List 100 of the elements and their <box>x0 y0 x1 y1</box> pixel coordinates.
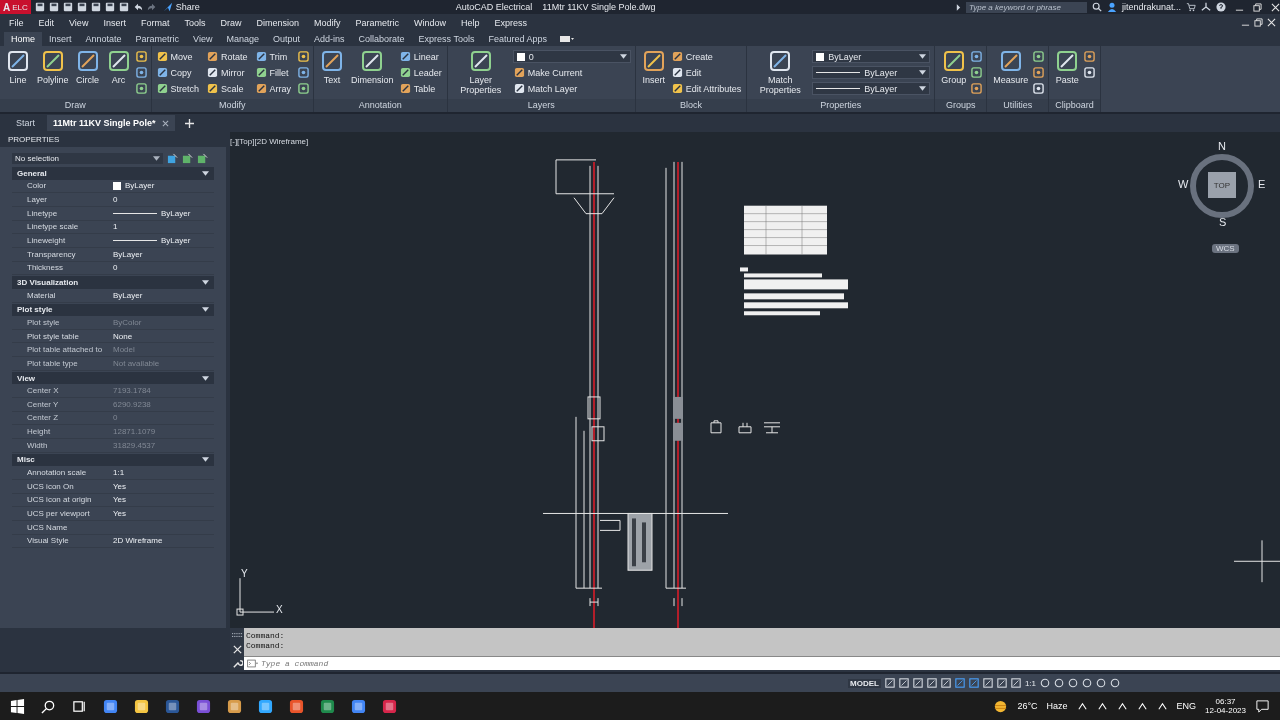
property-value[interactable]: 1 <box>113 221 214 232</box>
help-icon[interactable] <box>1216 2 1226 12</box>
collapse-icon[interactable] <box>202 280 209 286</box>
ribbon-tool-button[interactable]: Arc <box>104 49 133 85</box>
dropdown[interactable]: 0 <box>512 50 631 63</box>
status-toggle-icon[interactable] <box>954 678 965 688</box>
ribbon-tool-button[interactable]: Move <box>155 51 201 62</box>
app-icon[interactable] <box>165 698 180 714</box>
ribbon-tool-button[interactable]: Dimension <box>349 49 396 85</box>
property-value[interactable]: Yes <box>113 494 214 505</box>
property-value[interactable]: None <box>113 331 214 342</box>
property-value[interactable]: 0 <box>113 262 214 273</box>
section-header[interactable]: 3D Visualization <box>12 276 214 289</box>
tool-icon[interactable] <box>1033 51 1045 62</box>
property-value[interactable]: Yes <box>113 508 214 519</box>
ribbon-tool-button[interactable]: Edit Attributes <box>670 83 743 94</box>
command-line-field[interactable]: Type a command <box>244 656 1280 670</box>
ribbon-tool-button[interactable]: Paste <box>1053 49 1082 85</box>
ribbon-tab[interactable]: Featured Apps <box>481 32 554 46</box>
menu-item[interactable]: Draw <box>211 17 248 28</box>
property-value[interactable]: ByLayer <box>113 208 214 219</box>
tool-icon[interactable] <box>135 67 147 78</box>
menu-item[interactable]: Window <box>405 17 453 28</box>
compass-label[interactable]: S <box>1219 216 1227 228</box>
compass-label[interactable]: N <box>1218 140 1226 152</box>
notification-icon[interactable] <box>1255 698 1270 714</box>
panel-title[interactable]: Block <box>635 99 747 112</box>
ribbon-tool-button[interactable]: Match Layer <box>512 83 631 94</box>
ribbon-tool-button[interactable]: Create <box>670 51 743 62</box>
panel-title[interactable]: Annotation <box>314 99 447 112</box>
ribbon-tool-button[interactable]: Layer Properties <box>451 49 510 95</box>
ribbon-tool-button[interactable]: Match Properties <box>751 49 810 95</box>
compass-label[interactable]: W <box>1178 178 1189 190</box>
tool-icon[interactable] <box>971 67 983 78</box>
network-icon[interactable] <box>1201 2 1211 12</box>
tray-icon[interactable] <box>1116 700 1128 712</box>
ribbon-tool-button[interactable]: Mirror <box>206 67 249 78</box>
ribbon-tab[interactable]: Express Tools <box>411 32 482 46</box>
viewport-label[interactable]: [-][Top][2D Wireframe] <box>230 137 309 146</box>
tool-icon[interactable] <box>971 83 983 94</box>
select-objects-icon[interactable] <box>197 153 208 164</box>
menu-item[interactable]: Format <box>131 17 176 28</box>
tool-icon[interactable] <box>1033 67 1045 78</box>
menu-item[interactable]: Express <box>485 17 534 28</box>
app-icon[interactable] <box>258 698 273 714</box>
windows-start-icon[interactable] <box>10 698 25 714</box>
compass-label[interactable]: E <box>1258 178 1266 190</box>
ribbon-tool-button[interactable]: Table <box>398 83 443 94</box>
annotation-scale-button[interactable]: 1:1 <box>1024 678 1036 688</box>
prompt-icon[interactable] <box>247 658 258 669</box>
menu-item[interactable]: Help <box>452 17 486 28</box>
ribbon-tool-button[interactable]: Linear <box>398 51 443 62</box>
restore-icon[interactable] <box>1253 2 1262 12</box>
menu-item[interactable]: Parametric <box>346 17 405 28</box>
app-menu-button[interactable]: A ELC <box>0 0 31 14</box>
app-icon[interactable] <box>351 698 366 714</box>
viewcube-face[interactable]: TOP <box>1208 172 1236 198</box>
app-icon[interactable] <box>382 698 397 714</box>
model-space-button[interactable]: MODEL <box>848 678 881 688</box>
ribbon-tool-button[interactable]: Scale <box>206 83 249 94</box>
panel-title[interactable]: Properties <box>747 99 935 112</box>
menu-item[interactable]: File <box>0 17 30 28</box>
menu-item[interactable]: View <box>60 17 95 28</box>
clock-time[interactable]: 06:37 <box>1215 697 1236 706</box>
temperature[interactable]: 26°C <box>1017 701 1038 711</box>
wrench-icon[interactable] <box>231 657 243 669</box>
quick-access-icon[interactable] <box>76 2 87 12</box>
tray-icon[interactable] <box>1136 700 1148 712</box>
tool-icon[interactable] <box>298 67 310 78</box>
property-value[interactable]: 1:1 <box>113 467 214 478</box>
dropdown[interactable]: ByLayer <box>812 66 931 79</box>
menu-item[interactable]: Dimension <box>247 17 305 28</box>
ribbon-tab[interactable]: Manage <box>219 32 266 46</box>
menu-item[interactable]: Edit <box>29 17 61 28</box>
ribbon-tab[interactable]: Annotate <box>78 32 129 46</box>
ribbon-tab[interactable]: Add-ins <box>307 32 352 46</box>
file-tab[interactable]: 11Mtr 11KV Single Pole* <box>47 115 175 131</box>
panel-title[interactable]: Layers <box>447 99 635 112</box>
clock-date[interactable]: 12-04-2023 <box>1205 706 1246 715</box>
quick-access-icon[interactable] <box>48 2 59 12</box>
new-tab-icon[interactable] <box>184 118 194 128</box>
dropdown[interactable]: ByLayer <box>812 50 931 63</box>
panel-title[interactable]: Clipboard <box>1049 99 1100 112</box>
status-toggle-icon[interactable] <box>968 678 979 688</box>
property-value[interactable]: 0 <box>113 194 214 205</box>
section-header[interactable]: View <box>12 371 214 385</box>
app-icon[interactable] <box>103 698 118 714</box>
cart-icon[interactable] <box>1186 2 1196 12</box>
ribbon-tool-button[interactable]: Make Current <box>512 67 631 78</box>
search-icon[interactable] <box>1091 2 1102 12</box>
ribbon-tool-button[interactable]: Line <box>4 49 32 85</box>
ribbon-tool-button[interactable]: Text <box>318 49 347 85</box>
panel-toggle-icon[interactable] <box>559 35 574 43</box>
section-header[interactable]: General <box>12 167 214 180</box>
ribbon-tab[interactable]: Home <box>4 32 42 46</box>
quick-access-icon[interactable] <box>62 2 73 12</box>
section-header[interactable]: Misc <box>12 453 214 467</box>
tool-icon[interactable] <box>1084 51 1096 62</box>
ribbon-tab[interactable]: Insert <box>42 32 79 46</box>
ribbon-tab[interactable]: View <box>186 32 220 46</box>
